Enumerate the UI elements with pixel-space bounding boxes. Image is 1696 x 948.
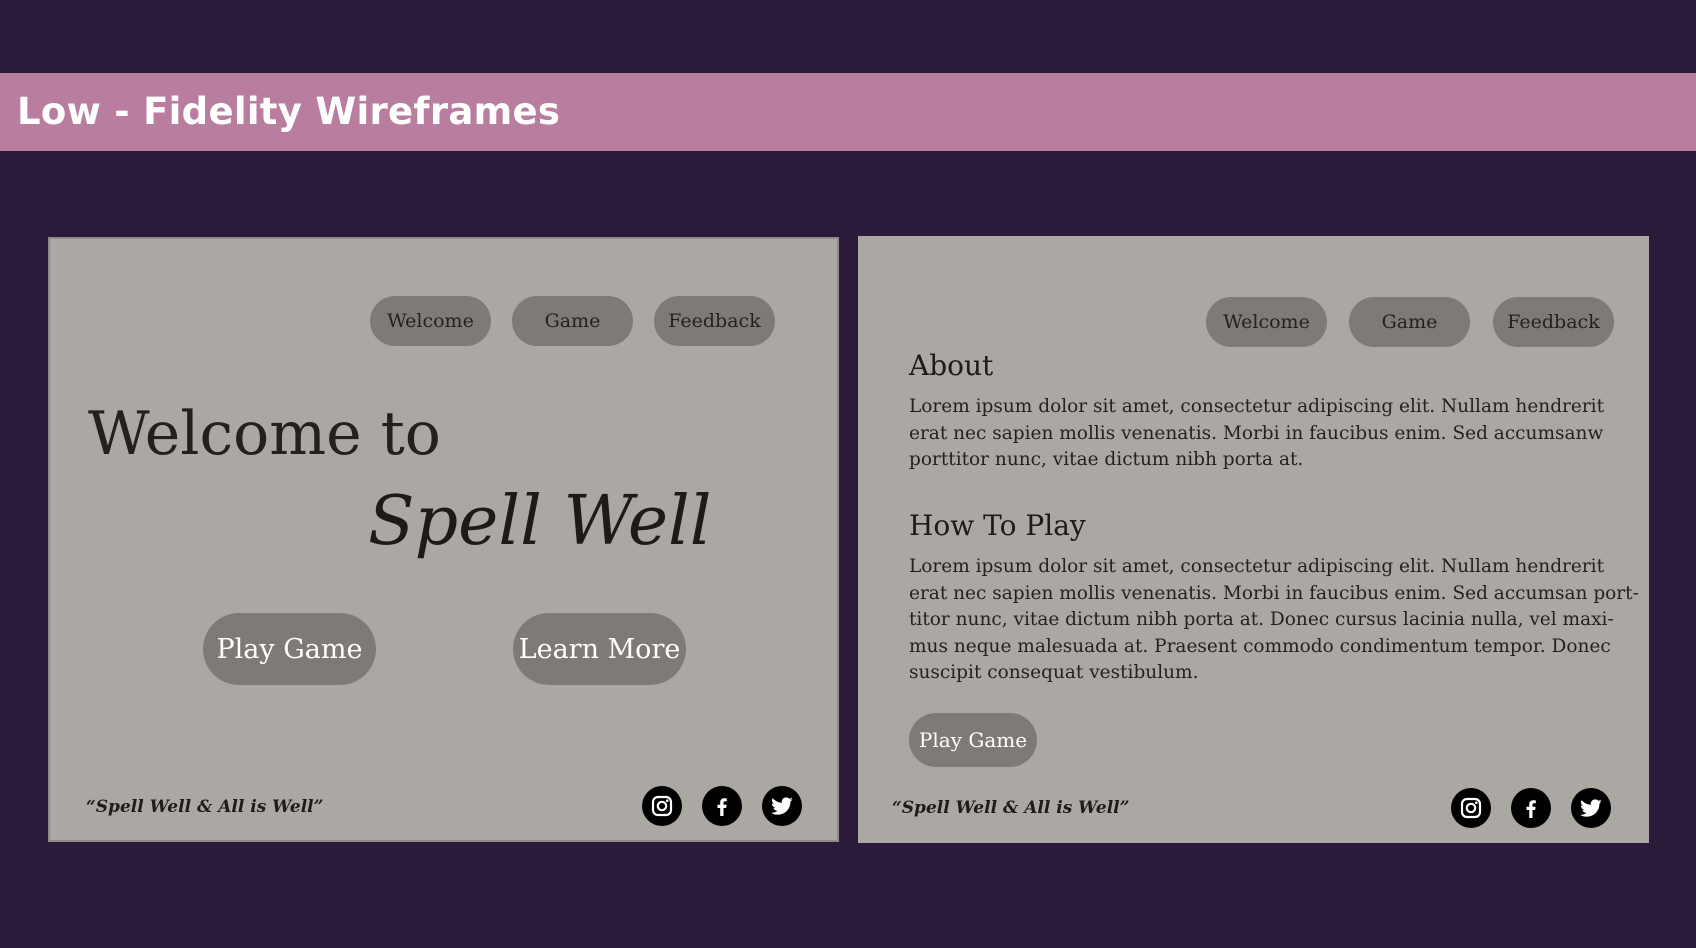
about-text-line: porttitor nunc, vitae dictum nibh porta … <box>909 449 1304 470</box>
nav-feedback-button[interactable]: Feedback <box>654 296 775 346</box>
about-title: About <box>909 349 994 382</box>
facebook-icon[interactable] <box>1511 788 1551 828</box>
social-links <box>642 786 802 826</box>
social-links <box>1451 788 1611 828</box>
learn-more-button[interactable]: Learn More <box>513 613 686 685</box>
welcome-heading: Welcome to <box>88 399 441 469</box>
tagline: “Spell Well & All is Well” <box>86 797 324 817</box>
how-to-play-line: suscipit consequat vestibulum. <box>909 662 1199 683</box>
instagram-icon[interactable] <box>642 786 682 826</box>
play-game-button[interactable]: Play Game <box>909 713 1037 767</box>
banner-title: Low - Fidelity Wireframes <box>17 90 561 133</box>
how-to-play-line: mus neque malesuada at. Praesent commodo… <box>909 635 1611 657</box>
nav-game-button[interactable]: Game <box>1349 297 1470 347</box>
how-to-play-title: How To Play <box>909 509 1086 542</box>
how-to-play-line: erat nec sapien mollis venenatis. Morbi … <box>909 582 1639 604</box>
nav-game-button[interactable]: Game <box>512 296 633 346</box>
about-text-line: Lorem ipsum dolor sit amet, consectetur … <box>909 396 1605 417</box>
title-banner: Low - Fidelity Wireframes <box>0 73 1696 151</box>
wireframe-about-page: Welcome Game Feedback About Lorem ipsum … <box>858 236 1649 843</box>
twitter-icon[interactable] <box>762 786 802 826</box>
tagline: “Spell Well & All is Well” <box>892 798 1130 818</box>
how-to-play-text: Lorem ipsum dolor sit amet, consectetur … <box>909 554 1639 687</box>
about-text-line: erat nec sapien mollis venenatis. Morbi … <box>909 422 1604 444</box>
brand-heading: Spell Well <box>368 482 712 561</box>
nav-welcome-button[interactable]: Welcome <box>370 296 491 346</box>
how-to-play-line: Lorem ipsum dolor sit amet, consectetur … <box>909 556 1605 577</box>
twitter-icon[interactable] <box>1571 788 1611 828</box>
play-game-button[interactable]: Play Game <box>203 613 376 685</box>
instagram-icon[interactable] <box>1451 788 1491 828</box>
about-text: Lorem ipsum dolor sit amet, consectetur … <box>909 394 1605 474</box>
wireframe-welcome-page: Welcome Game Feedback Welcome to Spell W… <box>48 237 839 842</box>
facebook-icon[interactable] <box>702 786 742 826</box>
nav-welcome-button[interactable]: Welcome <box>1206 297 1327 347</box>
nav-feedback-button[interactable]: Feedback <box>1493 297 1614 347</box>
how-to-play-line: titor nunc, vitae dictum nibh porta at. … <box>909 609 1614 630</box>
